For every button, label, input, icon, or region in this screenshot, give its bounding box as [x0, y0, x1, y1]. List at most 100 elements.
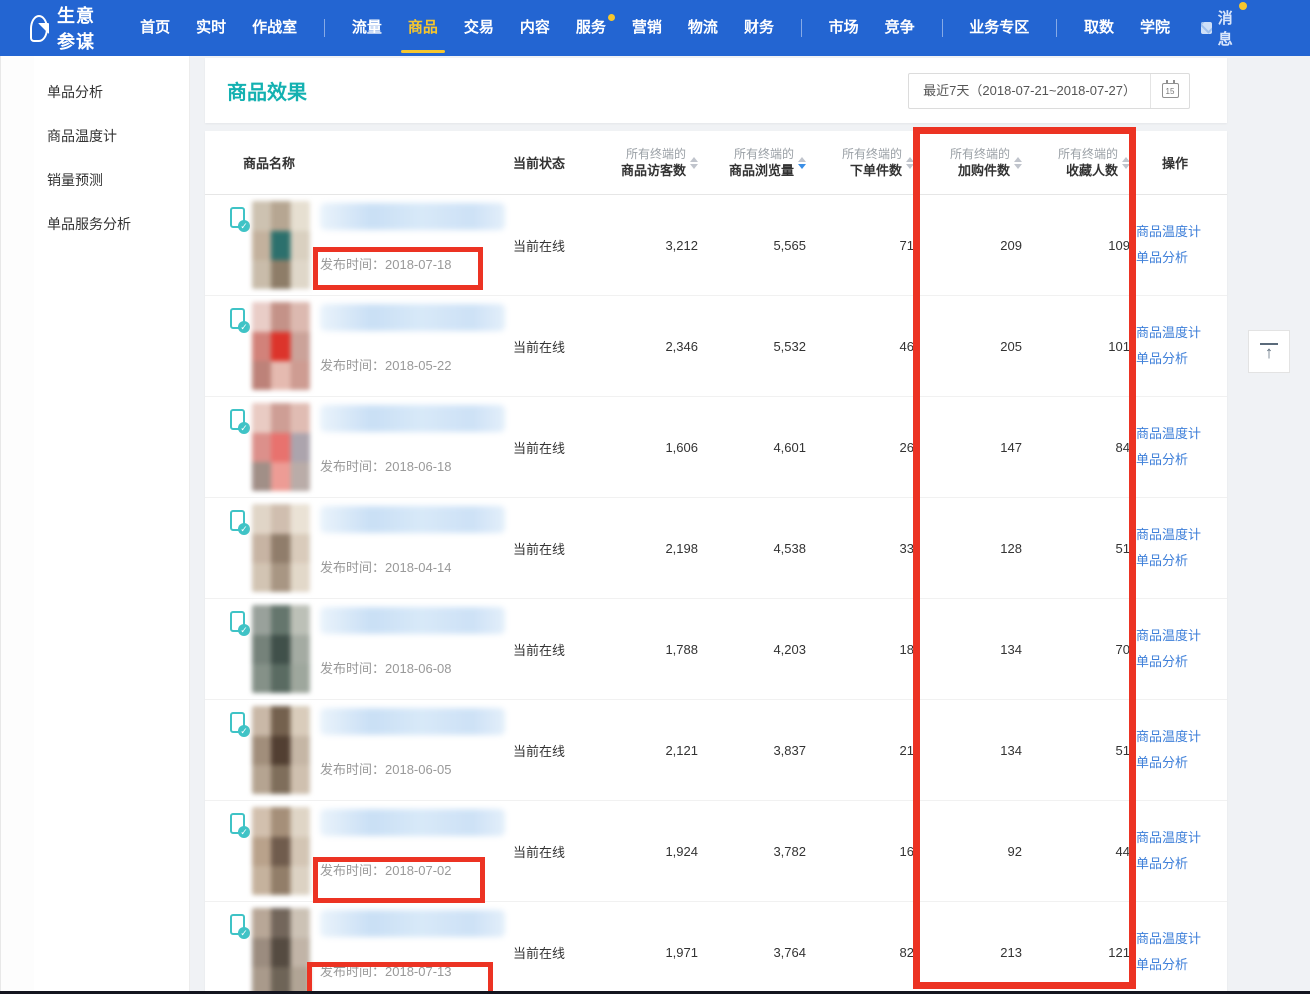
product-thumbnail[interactable]: [252, 201, 310, 289]
table-header-row: 商品名称 当前状态 所有终端的 商品访客数 所有终端的 商品浏览量: [205, 131, 1227, 195]
nav-item-realtime[interactable]: 实时: [183, 0, 239, 56]
product-title-blurred[interactable]: [320, 506, 505, 533]
nav-item-home[interactable]: 首页: [127, 0, 183, 56]
product-title-blurred[interactable]: [320, 405, 505, 432]
op-link-single-product-analysis[interactable]: 单品分析: [1136, 548, 1227, 574]
nav-item-competition[interactable]: 竞争: [872, 0, 928, 56]
nav-item-market[interactable]: 市场: [816, 0, 872, 56]
product-title-blurred[interactable]: [320, 304, 505, 331]
product-thumbnail[interactable]: [252, 807, 310, 895]
product-name-cell[interactable]: ✓ 发布时间：2018-06-05: [230, 700, 513, 800]
product-thumbnail[interactable]: [252, 403, 310, 491]
col-header-cart-adds[interactable]: 所有终端的 加购件数: [914, 146, 1022, 179]
product-name-cell[interactable]: ✓ 发布时间：2018-06-08: [230, 599, 513, 699]
nav-divider: [1056, 19, 1057, 37]
product-thumbnail[interactable]: [252, 605, 310, 693]
product-title-blurred[interactable]: [320, 809, 505, 836]
col-header-orders[interactable]: 所有终端的 下单件数: [806, 146, 914, 179]
nav-divider: [942, 19, 943, 37]
product-name-cell[interactable]: ✓ 发布时间：2018-07-13: [230, 902, 513, 994]
op-link-product-thermometer[interactable]: 商品温度计: [1136, 219, 1227, 245]
op-link-single-product-analysis[interactable]: 单品分析: [1136, 346, 1227, 372]
op-link-product-thermometer[interactable]: 商品温度计: [1136, 724, 1227, 750]
cart-adds-cell: 128: [914, 541, 1022, 556]
op-link-single-product-analysis[interactable]: 单品分析: [1136, 952, 1227, 978]
product-name-cell[interactable]: ✓ 发布时间：2018-06-18: [230, 397, 513, 497]
product-thumbnail[interactable]: [252, 504, 310, 592]
sort-carets-icon[interactable]: [690, 157, 698, 169]
page-title: 商品效果: [227, 76, 307, 105]
calendar-icon: 15: [1162, 83, 1179, 98]
product-name-cell[interactable]: ✓ 发布时间：2018-07-18: [230, 195, 513, 295]
publish-date: 2018-07-13: [385, 964, 452, 979]
back-to-top-button[interactable]: ↑: [1248, 330, 1290, 373]
sort-carets-icon[interactable]: [1122, 157, 1130, 169]
date-range-value[interactable]: 最近7天（2018-07-21~2018-07-27）: [909, 74, 1151, 108]
nav-item-traffic[interactable]: 流量: [339, 0, 395, 56]
brand[interactable]: 生意参谋: [30, 2, 103, 54]
product-thumbnail[interactable]: [252, 908, 310, 994]
status-cell: 当前在线: [513, 438, 590, 457]
sidebar-item-sales-forecast[interactable]: 销量预测: [1, 158, 190, 202]
nav-divider: [801, 19, 802, 37]
visitors-cell: 1,788: [590, 642, 698, 657]
product-title-blurred[interactable]: [320, 203, 505, 230]
nav-item-fetch-data[interactable]: 取数: [1071, 0, 1127, 56]
col-header-product-name: 商品名称: [230, 153, 513, 172]
orders-cell: 82: [806, 945, 914, 960]
sidebar-item-single-product-service-analysis[interactable]: 单品服务分析: [1, 202, 190, 246]
nav-item-logistics[interactable]: 物流: [675, 0, 731, 56]
publish-time-label: 发布时间：: [320, 560, 385, 575]
nav-item-content[interactable]: 内容: [507, 0, 563, 56]
mobile-verified-icon: ✓: [230, 207, 252, 295]
sidebar-item-single-product-analysis[interactable]: 单品分析: [1, 70, 190, 114]
product-name-cell[interactable]: ✓ 发布时间：2018-07-02: [230, 801, 513, 901]
nav-message[interactable]: 消息: [1201, 7, 1238, 49]
op-link-product-thermometer[interactable]: 商品温度计: [1136, 926, 1227, 952]
op-link-single-product-analysis[interactable]: 单品分析: [1136, 245, 1227, 271]
nav-item-business-zone[interactable]: 业务专区: [956, 0, 1042, 56]
nav-item-trade[interactable]: 交易: [451, 0, 507, 56]
publish-date: 2018-06-05: [385, 762, 452, 777]
nav-item-war-room[interactable]: 作战室: [239, 0, 310, 56]
sort-carets-icon[interactable]: [1014, 157, 1022, 169]
publish-time-label: 发布时间：: [320, 863, 385, 878]
sort-carets-icon-active[interactable]: [798, 157, 806, 169]
orders-cell: 71: [806, 238, 914, 253]
publish-date: 2018-06-18: [385, 459, 452, 474]
views-cell: 3,837: [698, 743, 806, 758]
col-header-views[interactable]: 所有终端的 商品浏览量: [698, 146, 806, 179]
views-cell: 5,565: [698, 238, 806, 253]
mobile-verified-icon: ✓: [230, 409, 252, 497]
favorites-cell: 84: [1022, 440, 1130, 455]
product-name-cell[interactable]: ✓ 发布时间：2018-04-14: [230, 498, 513, 598]
op-link-product-thermometer[interactable]: 商品温度计: [1136, 421, 1227, 447]
product-title-blurred[interactable]: [320, 708, 505, 735]
views-cell: 3,764: [698, 945, 806, 960]
product-title-blurred[interactable]: [320, 607, 505, 634]
op-link-product-thermometer[interactable]: 商品温度计: [1136, 320, 1227, 346]
product-title-blurred[interactable]: [320, 910, 505, 937]
op-link-product-thermometer[interactable]: 商品温度计: [1136, 825, 1227, 851]
publish-date: 2018-07-02: [385, 863, 452, 878]
product-thumbnail[interactable]: [252, 302, 310, 390]
col-header-visitors[interactable]: 所有终端的 商品访客数: [590, 146, 698, 179]
status-cell: 当前在线: [513, 842, 590, 861]
nav-item-product[interactable]: 商品: [395, 0, 451, 56]
col-header-favorites[interactable]: 所有终端的 收藏人数: [1022, 146, 1130, 179]
sidebar-item-product-thermometer[interactable]: 商品温度计: [1, 114, 190, 158]
calendar-button[interactable]: 15: [1151, 74, 1189, 108]
op-link-product-thermometer[interactable]: 商品温度计: [1136, 623, 1227, 649]
product-name-cell[interactable]: ✓ 发布时间：2018-05-22: [230, 296, 513, 396]
nav-item-marketing[interactable]: 营销: [619, 0, 675, 56]
op-link-single-product-analysis[interactable]: 单品分析: [1136, 447, 1227, 473]
nav-item-finance[interactable]: 财务: [731, 0, 787, 56]
sort-carets-icon[interactable]: [906, 157, 914, 169]
op-link-single-product-analysis[interactable]: 单品分析: [1136, 750, 1227, 776]
product-thumbnail[interactable]: [252, 706, 310, 794]
nav-item-service[interactable]: 服务: [563, 0, 619, 56]
op-link-single-product-analysis[interactable]: 单品分析: [1136, 649, 1227, 675]
op-link-product-thermometer[interactable]: 商品温度计: [1136, 522, 1227, 548]
nav-item-academy[interactable]: 学院: [1127, 0, 1183, 56]
op-link-single-product-analysis[interactable]: 单品分析: [1136, 851, 1227, 877]
